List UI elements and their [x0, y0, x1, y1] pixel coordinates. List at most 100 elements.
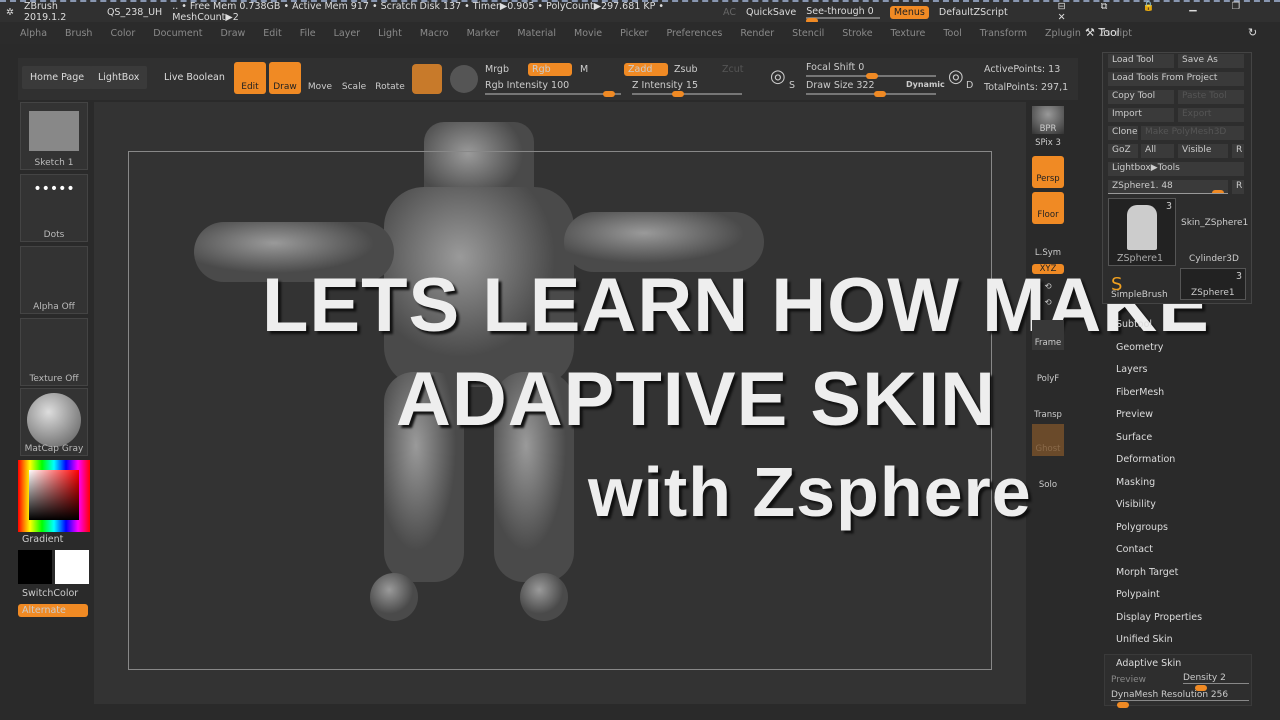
menu-color[interactable]: Color	[110, 28, 135, 39]
menu-brush[interactable]: Brush	[65, 28, 92, 39]
quicksave-button[interactable]: QuickSave	[746, 7, 796, 18]
default-zscript[interactable]: DefaultZScript	[939, 7, 1008, 18]
subpalette-polypaint[interactable]: Polypaint	[1116, 589, 1160, 600]
subpalette-preview[interactable]: Preview	[1116, 409, 1153, 420]
lazy-mouse-icon[interactable]: ◎	[770, 66, 786, 87]
rotate-z-icon[interactable]: ⟲	[1032, 298, 1064, 308]
menu-texture[interactable]: Texture	[891, 28, 926, 39]
subpalette-deformation[interactable]: Deformation	[1116, 454, 1175, 465]
ghost-button[interactable]: Ghost	[1032, 424, 1064, 456]
brush-sphere-icon[interactable]	[450, 65, 478, 93]
r-button[interactable]: R	[1232, 144, 1244, 158]
menu-edit[interactable]: Edit	[263, 28, 281, 39]
menu-alpha[interactable]: Alpha	[20, 28, 47, 39]
all-button[interactable]: All	[1141, 144, 1174, 158]
load-tools-from-project-button[interactable]: Load Tools From Project	[1108, 72, 1244, 86]
import-button[interactable]: Import	[1108, 108, 1174, 122]
copy-tool-button[interactable]: Copy Tool	[1108, 90, 1174, 104]
tool-thumb-zsphere1[interactable]: 3 ZSphere1	[1108, 198, 1176, 266]
window-controls[interactable]: ⊟ ⧉ 🔒 ▁ ❐ ✕	[1058, 1, 1280, 23]
switch-color-button[interactable]: SwitchColor	[22, 588, 78, 599]
transp-button[interactable]: Transp	[1032, 392, 1064, 422]
alpha-thumb[interactable]: Alpha Off	[20, 246, 88, 314]
draw-size-slider[interactable]	[806, 91, 936, 97]
edit-button[interactable]: Edit	[234, 62, 266, 94]
subpalette-masking[interactable]: Masking	[1116, 477, 1155, 488]
polyf-button[interactable]: PolyF	[1032, 356, 1064, 386]
menu-marker[interactable]: Marker	[467, 28, 500, 39]
subpalette-layers[interactable]: Layers	[1116, 364, 1147, 375]
spix-slider[interactable]: SPix 3	[1032, 138, 1064, 148]
density-slider[interactable]: Density 2	[1183, 673, 1249, 691]
ac-button[interactable]: AC	[723, 7, 736, 18]
menu-stroke[interactable]: Stroke	[842, 28, 872, 39]
rgb-button[interactable]: Rgb	[528, 63, 572, 76]
save-as-button[interactable]: Save As	[1178, 54, 1244, 68]
tool-thumb-zsphere1-b[interactable]: 3 ZSphere1	[1180, 268, 1246, 300]
floor-button[interactable]: Floor	[1032, 192, 1064, 224]
refresh-icon[interactable]: ↻	[1248, 26, 1257, 39]
menu-stencil[interactable]: Stencil	[792, 28, 824, 39]
visible-button[interactable]: Visible	[1178, 144, 1228, 158]
home-page-button[interactable]: Home Page	[22, 66, 93, 89]
subpalette-geometry[interactable]: Geometry	[1116, 342, 1163, 353]
stroke-thumb[interactable]: ••••• Dots	[20, 174, 88, 242]
clone-button[interactable]: Clone	[1108, 126, 1138, 140]
menu-draw[interactable]: Draw	[220, 28, 245, 39]
menu-zplugin[interactable]: Zplugin	[1045, 28, 1081, 39]
gradient-label[interactable]: Gradient	[22, 534, 63, 545]
color-picker[interactable]	[18, 460, 90, 532]
material-thumb[interactable]: MatCap Gray	[20, 388, 88, 456]
dynamesh-resolution-slider[interactable]: DynaMesh Resolution 256	[1111, 690, 1249, 708]
mrgb-button[interactable]: Mrgb	[485, 64, 509, 75]
move-button[interactable]: Move	[304, 62, 336, 94]
subpalette-unified-skin[interactable]: Unified Skin	[1116, 634, 1173, 645]
rgb-intensity-slider[interactable]	[485, 91, 621, 97]
solo-button[interactable]: Solo	[1032, 466, 1064, 490]
bpr-button[interactable]: BPR	[1032, 106, 1064, 134]
subpalette-fibermesh[interactable]: FiberMesh	[1116, 387, 1164, 398]
subpalette-display-properties[interactable]: Display Properties	[1116, 612, 1202, 623]
menu-light[interactable]: Light	[378, 28, 402, 39]
menu-layer[interactable]: Layer	[334, 28, 361, 39]
lsym-button[interactable]: L.Sym	[1032, 236, 1064, 258]
zsub-button[interactable]: Zsub	[674, 64, 698, 75]
preview-button[interactable]: Preview	[1111, 675, 1146, 685]
zsphere-slider[interactable]: ZSphere1. 48	[1108, 180, 1228, 194]
paste-tool-button[interactable]: Paste Tool	[1178, 90, 1244, 104]
zadd-button[interactable]: Zadd	[624, 63, 668, 76]
menu-file[interactable]: File	[300, 28, 316, 39]
tool-thumb-skin-zsphere1[interactable]: Skin_ZSphere1	[1181, 218, 1248, 228]
menu-transform[interactable]: Transform	[980, 28, 1027, 39]
draw-button[interactable]: Draw	[269, 62, 301, 94]
focal-shift-slider[interactable]	[806, 73, 936, 79]
menu-material[interactable]: Material	[517, 28, 556, 39]
menu-picker[interactable]: Picker	[620, 28, 648, 39]
m-button[interactable]: M	[580, 64, 588, 75]
brush-thumb[interactable]: Sketch 1	[20, 102, 88, 170]
adaptive-skin-title[interactable]: Adaptive Skin	[1116, 658, 1181, 669]
rotate-button[interactable]: Rotate	[374, 62, 406, 94]
scale-button[interactable]: Scale	[338, 62, 370, 94]
alternate-button[interactable]: Alternate	[18, 604, 88, 617]
menu-preferences[interactable]: Preferences	[666, 28, 722, 39]
persp-button[interactable]: Persp	[1032, 156, 1064, 188]
rotate-y-icon[interactable]: ⟲	[1032, 282, 1064, 292]
menu-movie[interactable]: Movie	[574, 28, 602, 39]
menu-macro[interactable]: Macro	[420, 28, 449, 39]
see-through-slider[interactable]: See-through 0	[806, 6, 880, 24]
make-polymesh3d-button[interactable]: Make PolyMesh3D	[1141, 126, 1244, 140]
live-boolean-button[interactable]: Live Boolean	[156, 66, 233, 89]
dynamic-icon[interactable]: ◎	[948, 66, 964, 87]
zcut-button[interactable]: Zcut	[722, 64, 743, 75]
export-button[interactable]: Export	[1178, 108, 1244, 122]
load-tool-button[interactable]: Load Tool	[1108, 54, 1174, 68]
subpalette-polygroups[interactable]: Polygroups	[1116, 522, 1168, 533]
goz-button[interactable]: GoZ	[1108, 144, 1138, 158]
dynamic-button[interactable]: Dynamic	[906, 80, 945, 89]
menu-render[interactable]: Render	[740, 28, 774, 39]
material-swatch[interactable]	[412, 64, 442, 94]
secondary-color[interactable]	[18, 550, 52, 584]
xyz-button[interactable]: XYZ	[1032, 264, 1064, 274]
tool-thumb-cylinder3d[interactable]: Cylinder3D	[1189, 254, 1239, 264]
